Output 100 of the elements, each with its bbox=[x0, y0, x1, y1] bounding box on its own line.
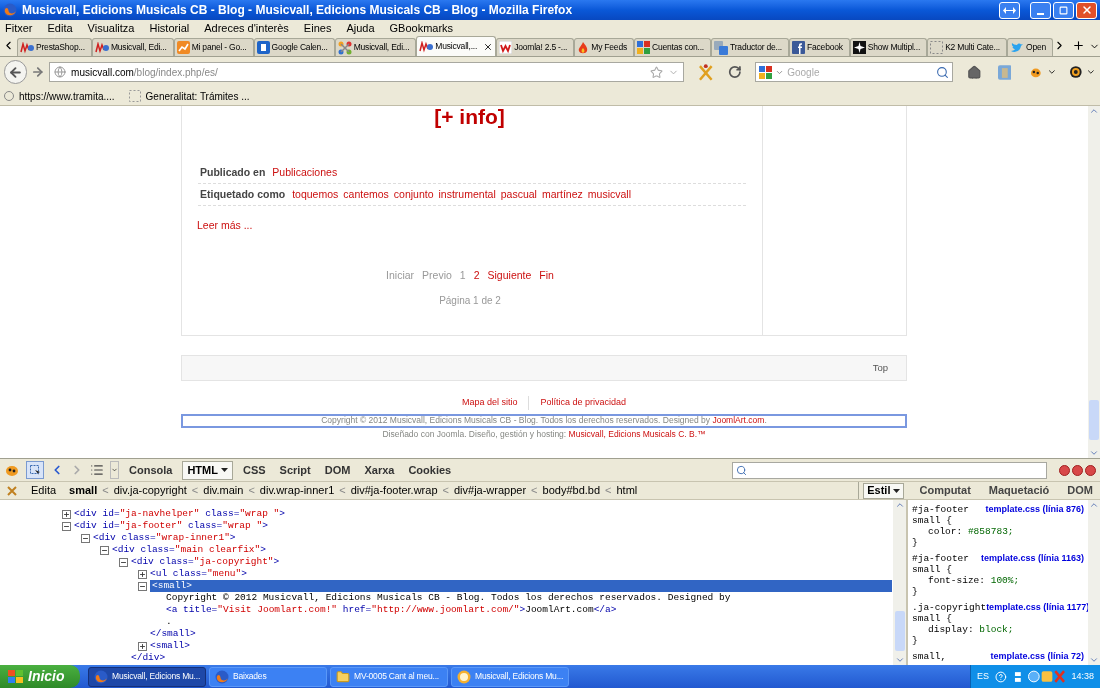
scrollbar-thumb[interactable] bbox=[894, 611, 905, 651]
collapse-toggle[interactable] bbox=[81, 533, 90, 543]
menu-item[interactable]: Adreces d'interès bbox=[204, 19, 289, 37]
browser-tab[interactable]: Musicvall, Edi... bbox=[334, 38, 417, 56]
html-node-line[interactable]: <small> bbox=[150, 640, 190, 652]
taskbar-button[interactable]: MV-0005 Cant al meu... bbox=[330, 666, 449, 687]
panel-tab[interactable]: Consola bbox=[125, 460, 177, 480]
scrollbar[interactable] bbox=[893, 500, 906, 665]
minimize-panel-button[interactable] bbox=[1059, 464, 1070, 476]
browser-tab[interactable]: Cuentas con... bbox=[634, 38, 712, 56]
breadcrumb-item[interactable]: div.main bbox=[203, 482, 244, 499]
side-panel-tab[interactable]: Estil bbox=[863, 482, 905, 499]
scroll-down-icon[interactable] bbox=[1089, 655, 1099, 665]
browser-tab[interactable]: Musicvall,... bbox=[416, 36, 497, 56]
breadcrumb-item[interactable]: div.ja-copyright bbox=[113, 482, 187, 499]
panel-tab[interactable]: Cookies bbox=[404, 460, 456, 480]
network-icon[interactable] bbox=[1012, 670, 1023, 683]
breadcrumb-item[interactable]: div#ja-footer.wrap bbox=[350, 482, 438, 499]
expand-toggle[interactable] bbox=[138, 641, 147, 651]
css-source-link[interactable]: template.css (línia 72) bbox=[990, 651, 1084, 662]
taskbar-button[interactable]: Baixades bbox=[209, 666, 328, 687]
home-icon[interactable] bbox=[967, 64, 982, 80]
taskbar-button[interactable]: Musicvall, Edicions Mu... bbox=[88, 666, 207, 687]
scroll-down-icon[interactable] bbox=[1089, 448, 1099, 458]
scrollbar[interactable] bbox=[1088, 106, 1100, 458]
back-button[interactable] bbox=[4, 60, 28, 84]
css-source-link[interactable]: template.css (línia 876) bbox=[985, 504, 1084, 515]
pagination-link[interactable]: Siguiente bbox=[487, 267, 532, 284]
browser-tab[interactable]: Google Calen... bbox=[253, 38, 335, 56]
scroll-up-icon[interactable] bbox=[1089, 106, 1099, 116]
ring-icon[interactable] bbox=[1068, 65, 1083, 79]
bug-icon[interactable] bbox=[1029, 66, 1043, 78]
breadcrumb-item[interactable]: html bbox=[616, 482, 638, 499]
scroll-down-icon[interactable] bbox=[894, 655, 905, 665]
expand-toggle[interactable] bbox=[138, 569, 147, 579]
tag-link[interactable]: pascual bbox=[500, 186, 537, 203]
browser-tab[interactable]: Facebook bbox=[789, 38, 850, 56]
tag-link[interactable]: martínez bbox=[541, 186, 583, 203]
scroll-up-icon[interactable] bbox=[894, 500, 905, 510]
html-node-line[interactable]: <div class="ja-copyright"> bbox=[131, 556, 280, 568]
menu-item[interactable]: Historial bbox=[149, 19, 190, 37]
resize-button[interactable] bbox=[999, 1, 1020, 19]
css-source-link[interactable]: template.css (línia 1163) bbox=[980, 553, 1084, 564]
css-source-link[interactable]: template.css (línia 1177) bbox=[986, 602, 1088, 613]
html-node-line[interactable]: <div id="ja-navhelper" class="wrap "> bbox=[74, 508, 285, 520]
tag-link[interactable]: musicvall bbox=[587, 186, 631, 203]
help-icon[interactable] bbox=[995, 670, 1007, 683]
menu-item[interactable]: Edita bbox=[47, 19, 73, 37]
footer-link[interactable]: Política de privacidad bbox=[528, 396, 638, 410]
reload-icon[interactable] bbox=[727, 65, 742, 79]
dropdown-icon[interactable] bbox=[1086, 67, 1096, 77]
bug-icon[interactable] bbox=[4, 463, 20, 477]
breadcrumb-item[interactable]: body#bd.bd bbox=[542, 482, 601, 499]
tag-link[interactable]: conjunto bbox=[393, 186, 434, 203]
taskbar-button[interactable]: Musicvall, Edicions Mu... bbox=[451, 666, 570, 687]
html-node-line[interactable]: <div class="main clearfix"> bbox=[112, 544, 266, 556]
tag-link[interactable]: cantemos bbox=[343, 186, 389, 203]
browser-tab[interactable]: K2 Multi Cate... bbox=[927, 38, 1008, 56]
html-node-line[interactable]: . bbox=[166, 616, 172, 628]
minimize-button[interactable] bbox=[1030, 1, 1051, 19]
html-node-line[interactable]: </div> bbox=[131, 652, 166, 664]
read-more-link[interactable]: Leer más ... bbox=[197, 218, 253, 234]
browser-tab[interactable]: Traductor de... bbox=[711, 38, 790, 56]
restore-panel-button[interactable] bbox=[1072, 464, 1083, 476]
tag-link[interactable]: toquemos bbox=[292, 186, 339, 203]
html-node-line[interactable]: <div id="ja-footer" class="wrap "> bbox=[74, 520, 268, 532]
info-link[interactable]: [+ info] bbox=[434, 105, 505, 129]
close-panel-button[interactable] bbox=[1085, 464, 1096, 476]
bookmark-item[interactable]: Generalitat: Trámites ... bbox=[128, 88, 250, 104]
close-icon[interactable] bbox=[483, 41, 494, 52]
browser-tab[interactable]: Joomla! 2.5 -... bbox=[496, 38, 575, 56]
side-panel-tab[interactable]: DOM bbox=[1064, 482, 1096, 499]
side-panel-tab[interactable]: Computat bbox=[916, 482, 974, 499]
scrollbar-thumb[interactable] bbox=[1089, 400, 1099, 440]
new-tab-icon[interactable] bbox=[1072, 39, 1085, 52]
breadcrumb-item[interactable]: div.wrap-inner1 bbox=[259, 482, 335, 499]
top-link[interactable]: Top bbox=[872, 360, 888, 376]
inspect-button[interactable] bbox=[26, 461, 44, 479]
browser-tab[interactable]: Open bbox=[1007, 38, 1054, 56]
browser-tab[interactable]: Musicvall, Edi... bbox=[91, 38, 174, 56]
panel-tab[interactable]: DOM bbox=[320, 460, 355, 480]
footer-link[interactable]: Mapa del sitio bbox=[450, 396, 529, 410]
browser-tab[interactable]: Show Multipl... bbox=[849, 38, 928, 56]
menu-item[interactable]: Fitxer bbox=[5, 19, 33, 37]
close-button[interactable] bbox=[1076, 1, 1097, 19]
panel-tab[interactable]: Script bbox=[275, 460, 315, 480]
menu-item[interactable]: Visualitza bbox=[87, 19, 135, 37]
address-field[interactable]: musicvall.com/blog/index.php/es/ bbox=[49, 62, 684, 82]
menu-item[interactable]: Eines bbox=[303, 19, 332, 37]
panel-tab[interactable]: Xarxa bbox=[360, 460, 399, 480]
pagination-link[interactable]: 2 bbox=[473, 267, 480, 284]
breadcrumb-item[interactable]: small bbox=[69, 482, 98, 499]
search-icon[interactable] bbox=[936, 65, 950, 79]
html-node-line[interactable]: <a title="Visit Joomlart.com!" href="http://www.joomlart.com/">JoomlArt.com</a> bbox=[166, 604, 617, 616]
html-node-line[interactable]: <div class="wrap-inner1"> bbox=[93, 532, 236, 544]
pagination-link[interactable]: Fin bbox=[539, 267, 554, 284]
edit-button[interactable]: Edita bbox=[23, 482, 65, 499]
devtools-search-field[interactable] bbox=[732, 461, 1047, 479]
collapse-toggle[interactable] bbox=[62, 521, 71, 531]
list-icon[interactable] bbox=[90, 463, 104, 477]
